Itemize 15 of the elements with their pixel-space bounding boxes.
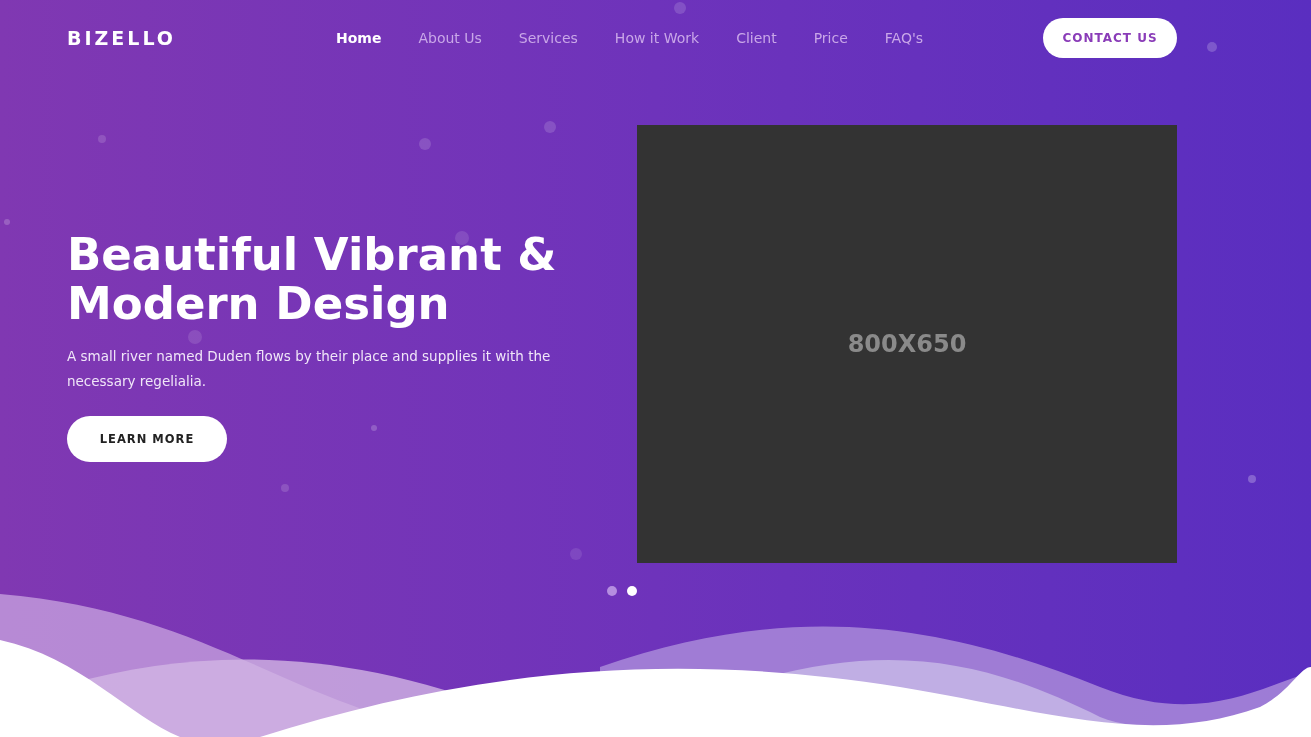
nav-link[interactable]: Client [736,30,777,46]
slider-dot[interactable] [627,586,637,596]
nav-link[interactable]: About Us [418,30,482,46]
nav-link[interactable]: How it Work [614,30,700,46]
nav-link[interactable]: Home [336,30,382,46]
hero-title: Beautiful Vibrant & Modern Design [67,230,558,328]
placeholder-label: 800X650 [847,330,967,358]
contact-button[interactable]: CONTACT US [1043,18,1177,58]
logo[interactable]: BIZELLO [67,27,317,49]
hero-text: A small river named Duden flows by their place and supplies it with the necessary regelialia. [67,347,552,391]
slider-dot[interactable] [607,586,617,596]
nav-link[interactable]: Price [813,30,848,46]
learn-more-button[interactable]: LEARN MORE [67,416,227,462]
nav-link[interactable]: Services [518,30,578,46]
nav-link[interactable]: FAQ's [884,30,924,46]
